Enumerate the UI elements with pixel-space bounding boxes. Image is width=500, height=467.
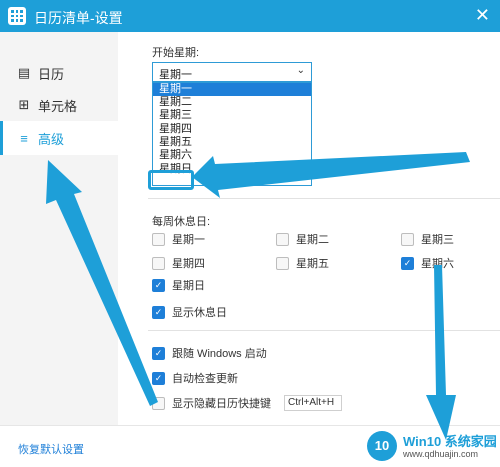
checkbox-label: 自动检查更新 (172, 373, 238, 385)
divider (148, 330, 500, 331)
calendar-icon: ▤ (17, 65, 31, 80)
chevron-down-icon: ⌄ (296, 65, 305, 76)
window-title: 日历清单-设置 (34, 10, 123, 26)
checkbox-startup[interactable]: ✓ 跟随 Windows 启动 (152, 345, 267, 361)
option-item[interactable]: 星期三 (153, 109, 311, 122)
check-icon: ✓ (401, 256, 414, 270)
option-item[interactable]: 星期六 (153, 149, 311, 162)
checkbox-hotkey[interactable]: 显示隐藏日历快捷键 (152, 395, 271, 411)
sidebar-item-label: 高级 (38, 131, 65, 147)
watermark-logo: 10 Win10 系统家园 www.qdhuajin.com (363, 425, 500, 467)
close-icon[interactable]: ✕ (475, 5, 490, 25)
checkbox-box (276, 232, 289, 246)
checkbox-monday[interactable]: 星期一 (152, 231, 205, 247)
settings-panel: 开始星期: 星期一 ⌄ 星期一 星期二 星期三 星期四 星期五 星期六 星期日 … (118, 32, 500, 425)
check-icon: ✓ (152, 371, 165, 385)
title-bar: 日历清单-设置 ✕ (0, 0, 500, 32)
win10-badge: 10 (367, 431, 397, 461)
check-icon: ✓ (152, 278, 165, 292)
checkbox-label: 跟随 Windows 启动 (172, 348, 267, 360)
checkbox-box (401, 232, 414, 246)
option-item[interactable]: 星期一 (153, 83, 311, 97)
option-item[interactable]: 星期五 (153, 136, 311, 149)
option-item[interactable]: 星期二 (153, 96, 311, 109)
checkbox-label: 星期五 (296, 258, 329, 270)
week-start-value: 星期一 (159, 69, 192, 81)
checkbox-label: 星期六 (421, 258, 454, 270)
sunday-highlight-box (148, 170, 194, 190)
checkbox-label: 星期三 (421, 234, 454, 246)
checkbox-friday[interactable]: 星期五 (276, 255, 329, 271)
divider (148, 198, 500, 199)
checkbox-label: 显示隐藏日历快捷键 (172, 398, 271, 410)
checkbox-label: 星期一 (172, 234, 205, 246)
checkbox-auto-update[interactable]: ✓ 自动检查更新 (152, 370, 238, 386)
option-item[interactable]: 星期四 (153, 123, 311, 136)
checkbox-box (276, 256, 289, 270)
sidebar-item-calendar[interactable]: ▤ 日历 (0, 56, 118, 90)
checkbox-label: 星期二 (296, 234, 329, 246)
check-icon: ✓ (152, 305, 165, 319)
check-icon: ✓ (152, 346, 165, 360)
hotkey-input[interactable]: Ctrl+Alt+H (284, 395, 342, 411)
sidebar-item-advanced[interactable]: ≡ 高级 (0, 121, 118, 155)
checkbox-box (152, 232, 165, 246)
watermark-title: Win10 系统家园 (403, 434, 497, 449)
checkbox-label: 显示休息日 (172, 307, 227, 319)
checkbox-thursday[interactable]: 星期四 (152, 255, 205, 271)
sliders-icon: ≡ (20, 130, 28, 146)
week-start-select[interactable]: 星期一 ⌄ (152, 62, 312, 82)
grid-icon: ⊞ (18, 97, 30, 112)
sidebar-item-label: 单元格 (38, 98, 78, 114)
sidebar-item-cells[interactable]: ⊞ 单元格 (0, 88, 118, 122)
sidebar-item-label: 日历 (38, 66, 65, 82)
checkbox-wednesday[interactable]: 星期三 (401, 231, 454, 247)
checkbox-box (152, 396, 165, 410)
checkbox-saturday[interactable]: ✓ 星期六 (401, 255, 454, 271)
checkbox-tuesday[interactable]: 星期二 (276, 231, 329, 247)
checkbox-label: 星期日 (172, 280, 205, 292)
watermark-url: www.qdhuajin.com (403, 449, 479, 459)
checkbox-show-rest-days[interactable]: ✓ 显示休息日 (152, 304, 227, 320)
checkbox-sunday[interactable]: ✓ 星期日 (152, 277, 205, 293)
week-start-label: 开始星期: (152, 47, 200, 59)
rest-days-label: 每周休息日: (152, 216, 211, 228)
restore-defaults-link[interactable]: 恢复默认设置 (18, 441, 84, 457)
checkbox-label: 星期四 (172, 258, 205, 270)
checkbox-box (152, 256, 165, 270)
sidebar: ▤ 日历 ⊞ 单元格 ≡ 高级 (0, 32, 118, 425)
app-grid-icon (8, 7, 26, 25)
